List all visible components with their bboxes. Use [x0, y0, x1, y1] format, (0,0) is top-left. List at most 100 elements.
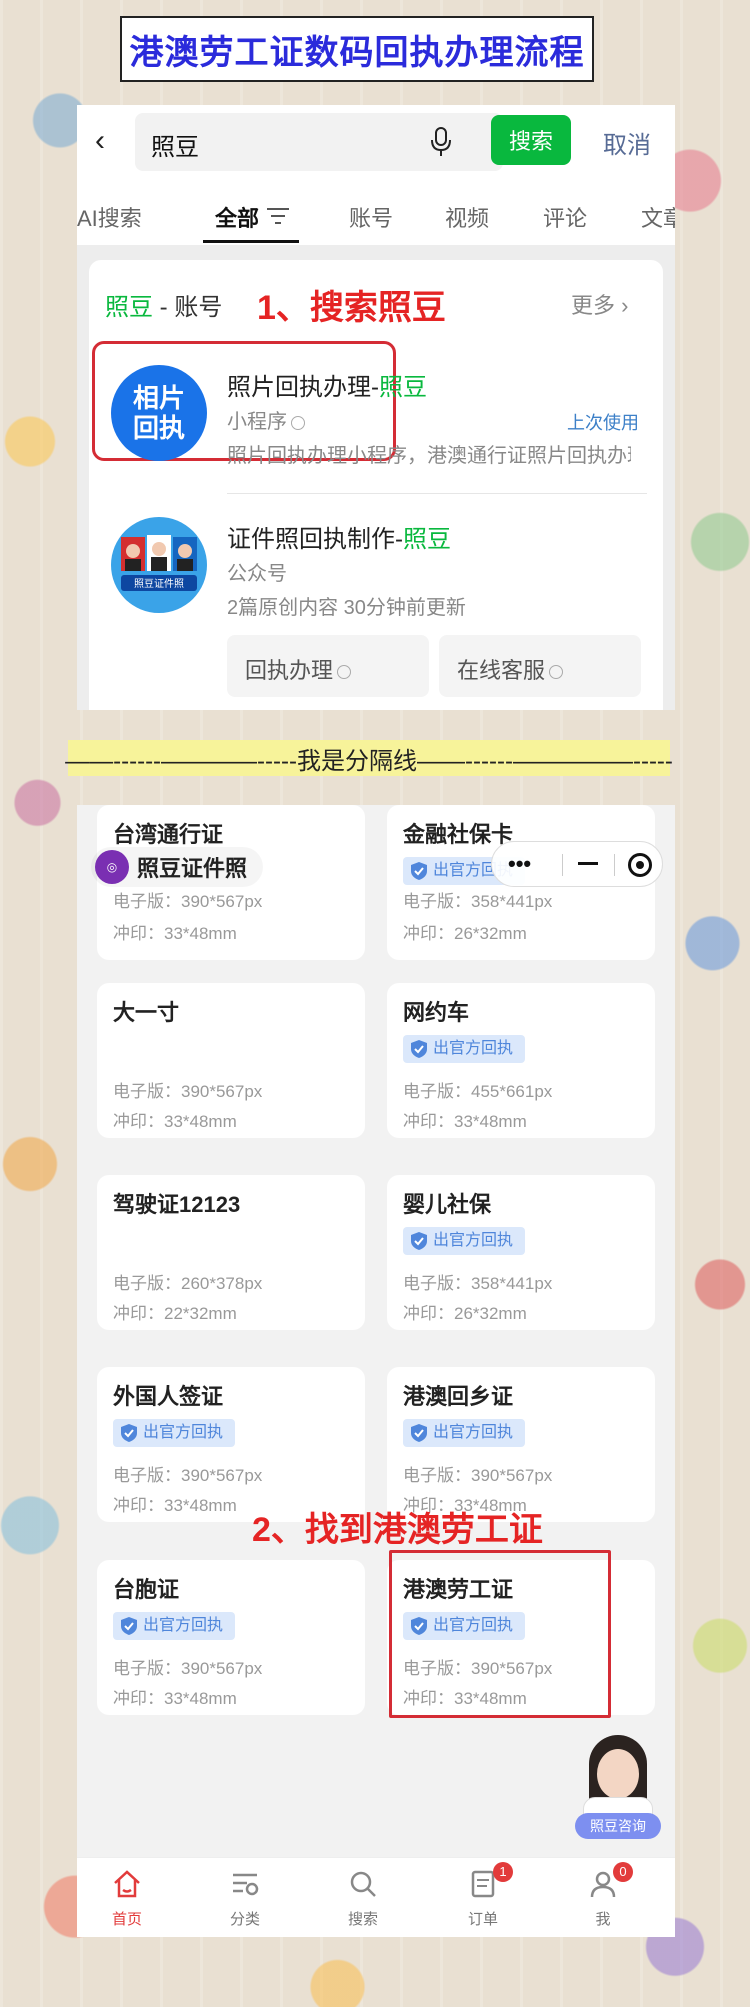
- photo-type-card[interactable]: 驾驶证12123 电子版：260*378px 冲印：22*32mm: [97, 1175, 365, 1330]
- photo-type-card[interactable]: 网约车 出官方回执 电子版：455*661px 冲印：33*48mm: [387, 983, 655, 1138]
- tab-videos[interactable]: 视频: [445, 201, 489, 233]
- official-receipt-badge: 出官方回执: [113, 1612, 236, 1640]
- shield-icon: [411, 1040, 427, 1058]
- tab-me[interactable]: 0 我: [563, 1862, 643, 1932]
- card-name: 驾驶证12123: [113, 1192, 241, 1217]
- official-account-avatar[interactable]: 照豆证件照: [111, 517, 207, 613]
- bottom-tab-bar: 首页 分类 搜索 1 订单 0 我: [77, 1857, 675, 1937]
- more-link[interactable]: 更多 ›: [571, 288, 628, 320]
- card-spec-digital: 电子版：390*567px: [113, 1466, 263, 1485]
- card-spec-digital: 电子版：390*567px: [403, 1466, 553, 1485]
- tab-home[interactable]: 首页: [87, 1866, 167, 1932]
- card-spec-digital: 电子版：390*567px: [113, 1082, 263, 1101]
- shield-icon: [121, 1424, 137, 1442]
- tab-all[interactable]: 全部: [215, 201, 259, 233]
- page-title: 港澳劳工证数码回执办理流程: [120, 16, 594, 82]
- step2-annotation: 2、找到港澳劳工证: [252, 1511, 543, 1549]
- photo-type-card[interactable]: 外国人签证 出官方回执 电子版：390*567px 冲印：33*48mm: [97, 1367, 365, 1522]
- active-tab-indicator: [203, 240, 299, 243]
- orders-count-badge: 1: [493, 1862, 513, 1882]
- microphone-icon[interactable]: [430, 127, 452, 157]
- shield-icon: [411, 862, 427, 880]
- result-title[interactable]: 证件照回执制作-照豆: [227, 519, 451, 554]
- official-receipt-badge: 出官方回执: [403, 1419, 526, 1447]
- result-description: 2篇原创内容 30分钟前更新: [227, 597, 466, 619]
- minimize-icon[interactable]: [578, 862, 598, 865]
- photo-type-card[interactable]: 大一寸 电子版：390*567px 冲印：33*48mm: [97, 983, 365, 1138]
- search-query: 照豆: [151, 134, 199, 161]
- chip-receipt-service[interactable]: 回执办理: [227, 635, 429, 697]
- card-spec-print: 冲印：33*48mm: [113, 1112, 237, 1131]
- card-spec-print: 冲印：26*32mm: [403, 1304, 527, 1323]
- card-name: 台胞证: [113, 1577, 180, 1602]
- miniprogram-avatar[interactable]: 相片 回执: [111, 365, 207, 461]
- tab-ai-search[interactable]: AI搜索: [77, 201, 142, 233]
- svg-text:照豆证件照: 照豆证件照: [134, 578, 184, 590]
- cancel-button[interactable]: 取消: [603, 125, 651, 160]
- card-name: 台湾通行证: [113, 822, 224, 847]
- tab-accounts[interactable]: 账号: [349, 201, 393, 233]
- card-name: 婴儿社保: [403, 1192, 492, 1217]
- card-spec-print: 冲印：26*32mm: [403, 924, 527, 943]
- photo-type-card[interactable]: 台胞证 出官方回执 电子版：390*567px 冲印：33*48mm: [97, 1560, 365, 1715]
- last-used-badge: 上次使用: [567, 413, 639, 433]
- search-icon: [350, 1871, 376, 1897]
- official-receipt-badge: 出官方回执: [403, 1227, 526, 1255]
- result-title[interactable]: 照片回执办理-照豆: [227, 367, 427, 402]
- search-button[interactable]: 搜索: [491, 115, 571, 165]
- card-name: 外国人签证: [113, 1384, 224, 1409]
- back-icon[interactable]: ‹: [95, 126, 119, 156]
- step1-annotation: 1、搜索照豆: [257, 289, 446, 327]
- tab-comments[interactable]: 评论: [543, 201, 587, 233]
- card-spec-digital: 电子版：455*661px: [403, 1082, 553, 1101]
- search-input[interactable]: 照豆: [135, 113, 503, 171]
- search-screenshot: ‹ 照豆 搜索 取消 AI搜索 全部 账号 视频 评论 文章 照豆 - 账号 更…: [77, 105, 675, 710]
- card-spec-print: 冲印：33*48mm: [403, 1112, 527, 1131]
- photo-type-card[interactable]: 港澳回乡证 出官方回执 电子版：390*567px 冲印：33*48mm: [387, 1367, 655, 1522]
- tab-category[interactable]: 分类: [205, 1866, 285, 1932]
- filter-icon[interactable]: [267, 207, 289, 225]
- tab-articles[interactable]: 文章: [641, 201, 675, 233]
- section-header: 照豆 - 账号: [105, 294, 223, 321]
- official-receipt-badge: 出官方回执: [113, 1419, 236, 1447]
- card-spec-print: 冲印：33*48mm: [113, 1689, 237, 1708]
- card-spec-digital: 电子版：390*567px: [113, 892, 263, 911]
- miniprogram-brand: ◎ 照豆证件照: [91, 847, 263, 887]
- card-spec-digital: 电子版：358*441px: [403, 892, 553, 911]
- card-spec-print: 冲印：33*48mm: [113, 1496, 237, 1515]
- card-spec-digital: 电子版：260*378px: [113, 1274, 263, 1293]
- tab-orders[interactable]: 1 订单: [443, 1862, 523, 1932]
- brand-name: 照豆证件照: [137, 856, 248, 881]
- tab-search[interactable]: 搜索: [323, 1866, 403, 1932]
- card-spec-digital: 电子版：390*567px: [113, 1659, 263, 1678]
- category-icon: [233, 1873, 259, 1896]
- shield-icon: [121, 1617, 137, 1635]
- close-target-icon[interactable]: [628, 853, 652, 877]
- miniprogram-screenshot: 台湾通行证 电子版：390*567px 冲印：33*48mm 金融社保卡 出官方…: [77, 805, 675, 1937]
- consult-widget[interactable]: 照豆咨询: [575, 1735, 661, 1845]
- portrait-photos-icon: 照豆证件照: [121, 535, 197, 591]
- chip-online-support[interactable]: 在线客服: [439, 635, 641, 697]
- home-icon: [114, 1870, 140, 1898]
- search-bar-row: ‹ 照豆 搜索 取消: [77, 105, 675, 177]
- highlight-box: [389, 1550, 611, 1718]
- shield-icon: [411, 1424, 427, 1442]
- consult-label: 照豆咨询: [575, 1813, 661, 1839]
- card-name: 大一寸: [113, 1000, 180, 1025]
- verified-icon: [337, 665, 352, 680]
- verified-icon: [291, 415, 305, 430]
- brand-logo-icon: ◎: [95, 850, 129, 884]
- shield-icon: [411, 1232, 427, 1250]
- photo-type-card[interactable]: 婴儿社保 出官方回执 电子版：358*441px 冲印：26*32mm: [387, 1175, 655, 1330]
- verified-icon: [549, 665, 564, 680]
- separator-bar: ——------————-----我是分隔线——------—————-----: [65, 740, 673, 776]
- result-type: 公众号: [227, 563, 287, 585]
- search-tabs: AI搜索 全部 账号 视频 评论 文章: [77, 185, 675, 245]
- card-name: 港澳回乡证: [403, 1384, 514, 1409]
- miniprogram-capsule: •••: [491, 841, 663, 887]
- more-menu-icon[interactable]: •••: [508, 851, 531, 877]
- card-name: 网约车: [403, 1000, 470, 1025]
- card-name: 金融社保卡: [403, 822, 514, 847]
- card-spec-print: 冲印：22*32mm: [113, 1304, 237, 1323]
- me-count-badge: 0: [613, 1862, 633, 1882]
